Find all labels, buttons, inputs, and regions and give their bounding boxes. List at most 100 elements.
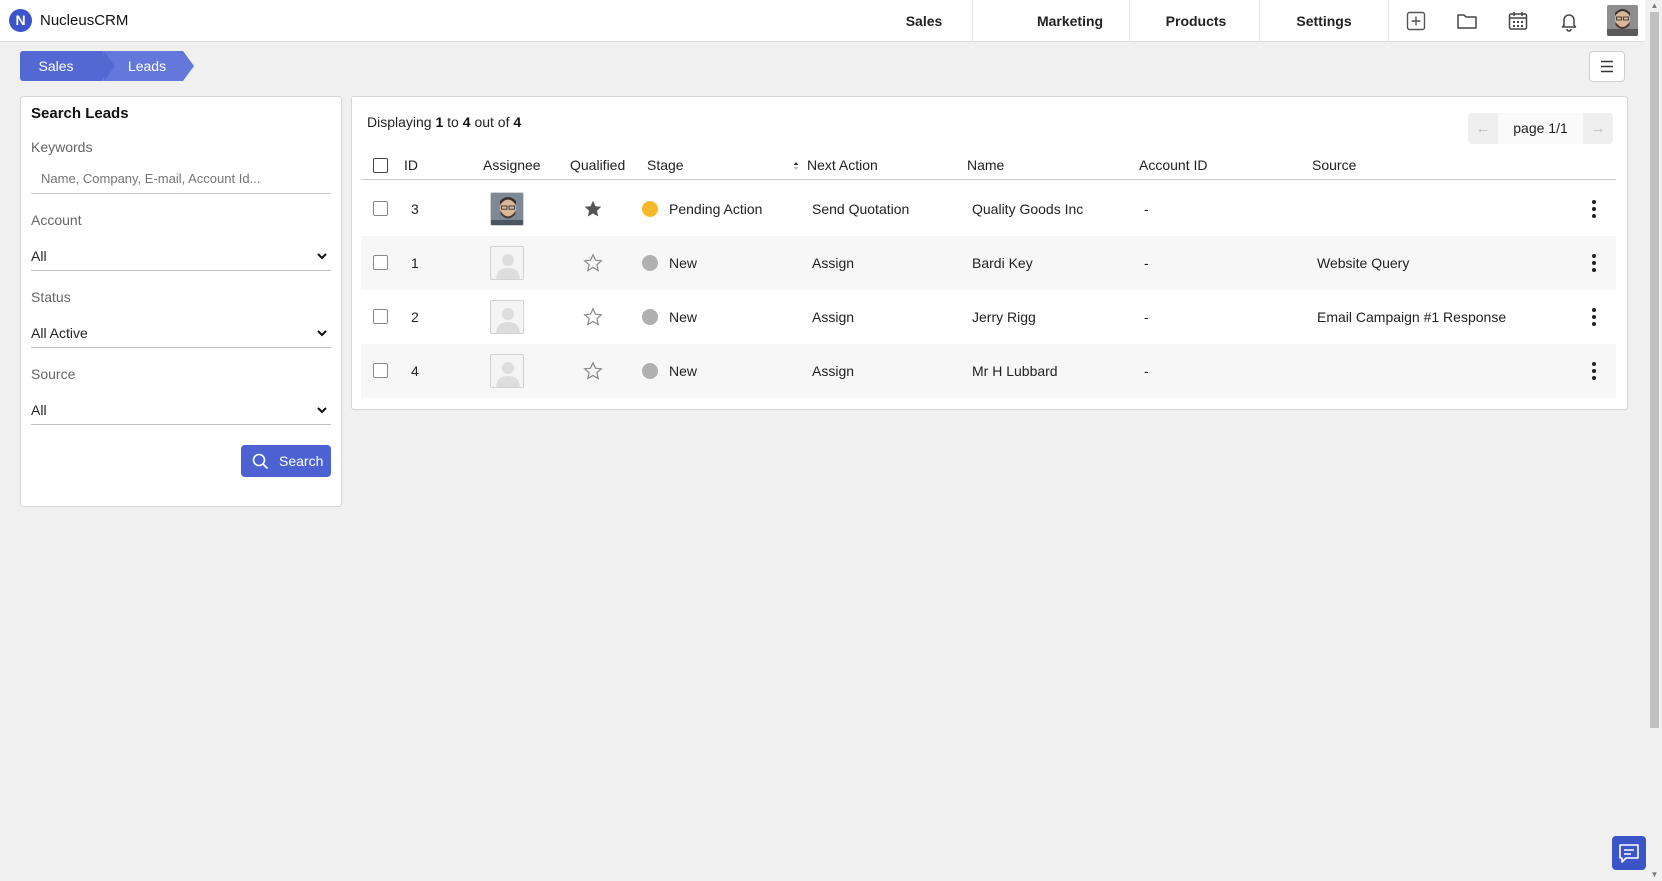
status-select[interactable]: All Active: [31, 318, 331, 348]
table-header: ID Assignee Qualified Stage Next Action …: [361, 152, 1616, 180]
scroll-up-arrow[interactable]: ▲: [1647, 0, 1662, 12]
lead-name[interactable]: Jerry Rigg: [972, 290, 1036, 344]
search-icon: [252, 453, 269, 470]
search-leads-panel: Search Leads Keywords Account All Status…: [20, 96, 342, 507]
lead-source: Website Query: [1317, 255, 1410, 271]
stage-status-dot: [642, 255, 658, 271]
select-all-checkbox[interactable]: [373, 158, 388, 173]
row-more-options-icon[interactable]: [1591, 200, 1597, 218]
account-select[interactable]: All: [31, 241, 331, 271]
stage-status-dot: [642, 309, 658, 325]
display-total: 4: [513, 114, 522, 130]
row-more-options-icon[interactable]: [1591, 308, 1597, 326]
breadcrumb-sales[interactable]: Sales: [20, 51, 115, 81]
search-button[interactable]: Search: [241, 445, 331, 477]
row-checkbox[interactable]: [373, 363, 388, 378]
stage-status-dot: [642, 363, 658, 379]
row-checkbox[interactable]: [373, 309, 388, 324]
top-bar: N NucleusCRM Sales Marketing Products Se…: [0, 0, 1645, 42]
hamburger-icon: [1601, 60, 1613, 73]
table-row[interactable]: 2 New Assign Jerry Rigg - Email Campaign…: [361, 290, 1616, 344]
app-logo[interactable]: N: [9, 9, 32, 32]
nav-divider: [972, 0, 973, 42]
column-header-account-id[interactable]: Account ID: [1139, 157, 1207, 173]
scroll-down-arrow[interactable]: ▼: [1647, 869, 1662, 881]
row-checkbox[interactable]: [373, 255, 388, 270]
prev-page-arrow-icon[interactable]: ←: [1468, 113, 1498, 144]
status-label: Status: [31, 289, 71, 305]
next-page-arrow-icon[interactable]: →: [1583, 113, 1613, 144]
qualified-star-outline-icon[interactable]: [583, 307, 603, 327]
assignee-placeholder-avatar[interactable]: [490, 354, 524, 388]
next-action-text[interactable]: Send Quotation: [812, 182, 909, 236]
search-button-label: Search: [279, 453, 324, 469]
stage-text: New: [669, 363, 698, 379]
calendar-icon[interactable]: [1507, 10, 1529, 32]
lead-name[interactable]: Quality Goods Inc: [972, 182, 1083, 236]
user-avatar[interactable]: [1607, 5, 1638, 36]
nav-divider: [1388, 0, 1389, 42]
add-icon[interactable]: [1405, 10, 1427, 32]
column-header-source[interactable]: Source: [1312, 157, 1356, 173]
account-label: Account: [31, 212, 82, 228]
next-action-text[interactable]: Assign: [812, 236, 854, 290]
chevron-down-icon: [317, 330, 327, 337]
table-row[interactable]: 4 New Assign Mr H Lubbard -: [361, 344, 1616, 398]
page-scrollbar[interactable]: ▲ ▼: [1647, 0, 1662, 881]
assignee-placeholder-avatar[interactable]: [490, 246, 524, 280]
bell-icon[interactable]: [1558, 10, 1580, 32]
source-select[interactable]: All: [31, 395, 331, 425]
next-action-text[interactable]: Assign: [812, 290, 854, 344]
scrollbar-thumb[interactable]: [1650, 12, 1659, 728]
table-row[interactable]: 3 Pending Action Send Quotation Quality …: [361, 182, 1616, 236]
display-to: 4: [462, 114, 471, 130]
column-header-qualified[interactable]: Qualified: [570, 157, 625, 173]
lead-name[interactable]: Bardi Key: [972, 236, 1033, 290]
chevron-down-icon: [317, 407, 327, 414]
leads-results-panel: Displaying 1 to 4 out of 4 ← page 1/1 → …: [351, 96, 1628, 410]
nav-sales[interactable]: Sales: [876, 0, 972, 42]
page-indicator: page 1/1: [1498, 113, 1583, 144]
nav-divider: [1129, 0, 1130, 42]
hamburger-menu-button[interactable]: [1589, 51, 1625, 82]
column-header-stage[interactable]: Stage: [647, 157, 684, 173]
lead-id: 2: [411, 309, 419, 325]
lead-id: 4: [411, 363, 419, 379]
display-count: Displaying 1 to 4 out of 4: [367, 114, 521, 130]
assignee-placeholder-avatar[interactable]: [490, 300, 524, 334]
nav-divider: [1259, 0, 1260, 42]
nav-products[interactable]: Products: [1136, 0, 1256, 42]
column-header-name[interactable]: Name: [967, 157, 1004, 173]
search-panel-title: Search Leads: [31, 105, 129, 122]
lead-name[interactable]: Mr H Lubbard: [972, 344, 1058, 398]
nav-settings[interactable]: Settings: [1262, 0, 1386, 42]
sort-icon[interactable]: [792, 160, 800, 172]
qualified-star-filled-icon[interactable]: [583, 199, 603, 219]
column-header-next-action[interactable]: Next Action: [807, 157, 878, 173]
assignee-avatar[interactable]: [490, 192, 524, 226]
keywords-input[interactable]: [31, 164, 331, 194]
table-row[interactable]: 1 New Assign Bardi Key - Website Query: [361, 236, 1616, 290]
chevron-down-icon: [317, 253, 327, 260]
folder-icon[interactable]: [1456, 10, 1478, 32]
chat-widget-button[interactable]: [1612, 836, 1646, 870]
app-name[interactable]: NucleusCRM: [40, 12, 128, 29]
account-id: -: [1144, 363, 1149, 379]
lead-source: Email Campaign #1 Response: [1317, 309, 1507, 325]
chat-icon: [1619, 844, 1639, 863]
column-header-id[interactable]: ID: [404, 157, 418, 173]
row-more-options-icon[interactable]: [1591, 254, 1597, 272]
nav-marketing[interactable]: Marketing: [1004, 0, 1136, 42]
row-more-options-icon[interactable]: [1591, 362, 1597, 380]
row-checkbox[interactable]: [373, 201, 388, 216]
display-to-word: to: [447, 114, 459, 130]
next-action-text[interactable]: Assign: [812, 344, 854, 398]
keywords-label: Keywords: [31, 139, 93, 155]
column-header-assignee[interactable]: Assignee: [483, 157, 541, 173]
account-id: -: [1144, 201, 1149, 217]
qualified-star-outline-icon[interactable]: [583, 253, 603, 273]
qualified-star-outline-icon[interactable]: [583, 361, 603, 381]
display-from: 1: [435, 114, 444, 130]
account-id: -: [1144, 309, 1149, 325]
lead-id: 3: [411, 201, 419, 217]
